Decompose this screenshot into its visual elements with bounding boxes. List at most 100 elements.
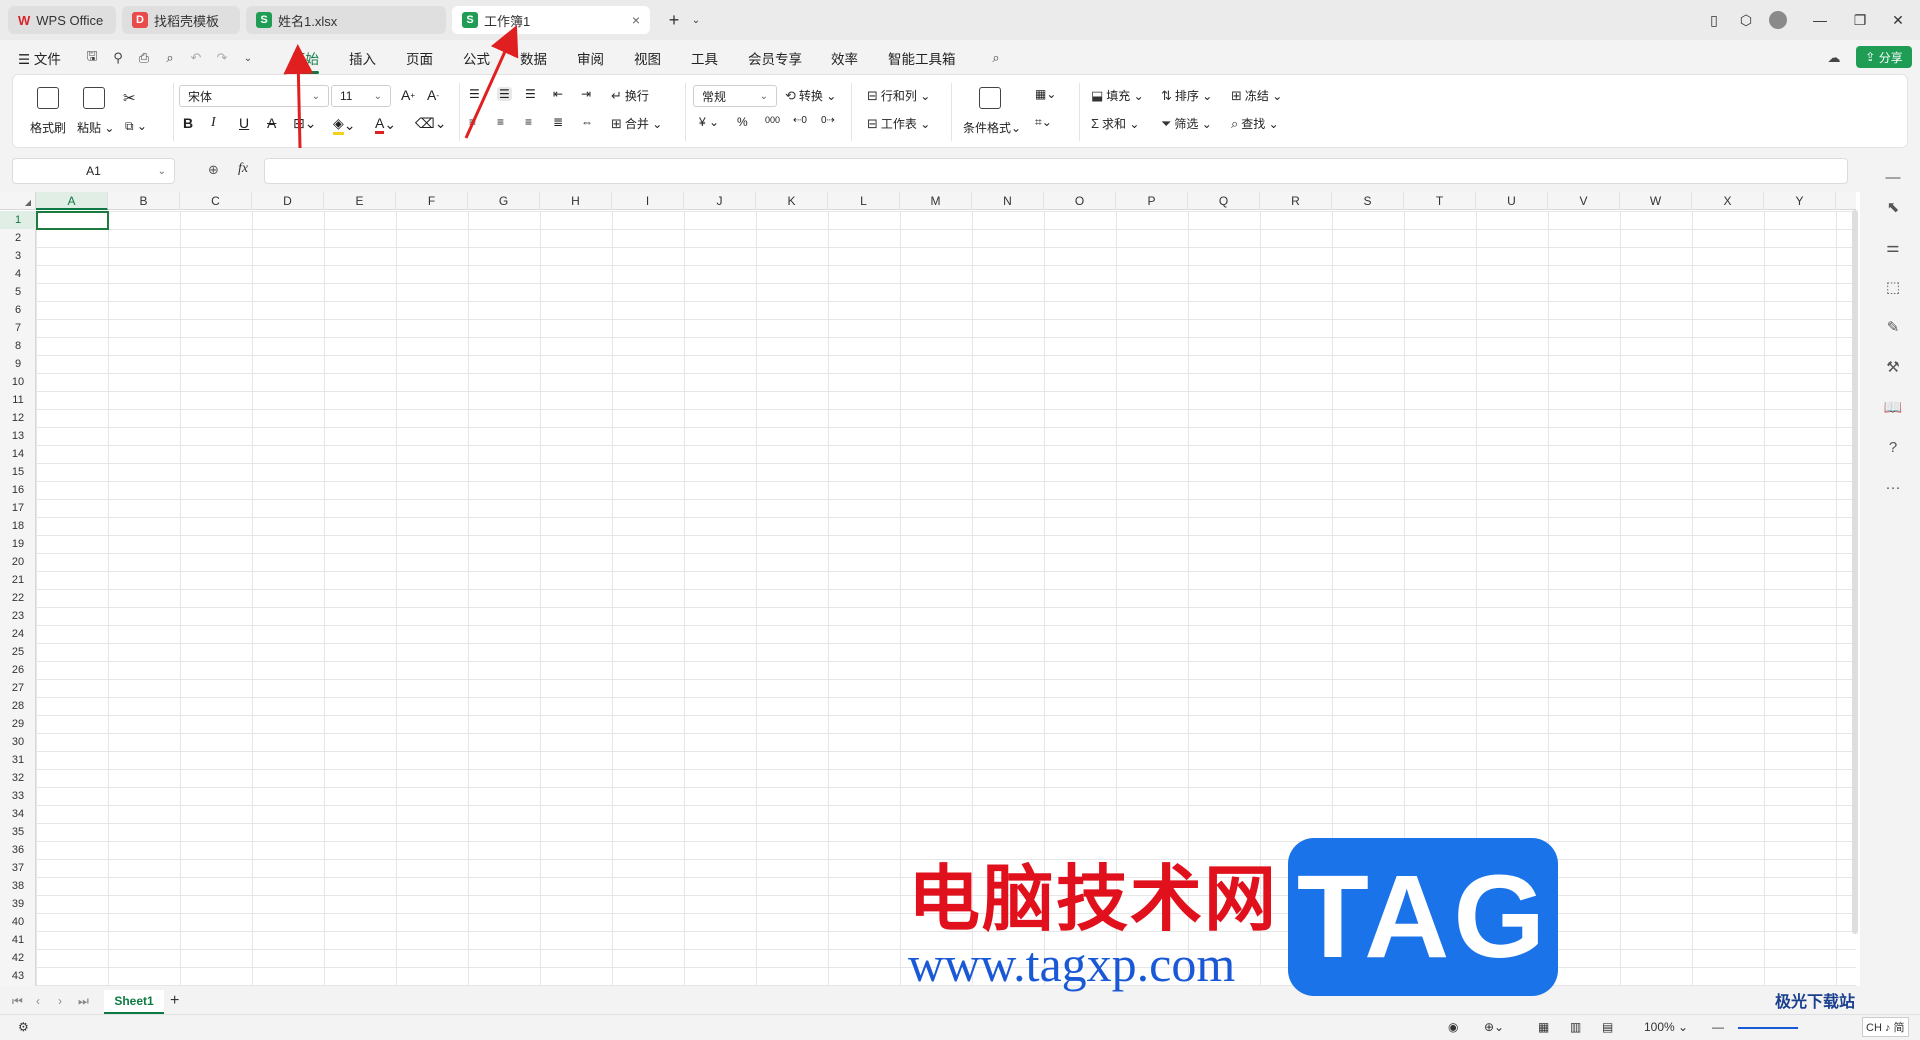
column-header[interactable]: O — [1044, 192, 1116, 210]
chart-edit-icon[interactable]: ✎ — [1882, 316, 1904, 338]
italic-button[interactable]: I — [211, 115, 216, 131]
number-format-select[interactable]: 常规 ⌄ — [693, 85, 777, 107]
row-header[interactable]: 3 — [0, 247, 36, 265]
row-header[interactable]: 18 — [0, 517, 36, 535]
link-icon[interactable]: ⚲ — [110, 50, 126, 66]
column-header[interactable]: A — [36, 192, 108, 210]
eye-icon[interactable]: ◉ — [1448, 1020, 1458, 1034]
row-header[interactable]: 31 — [0, 751, 36, 769]
row-header[interactable]: 15 — [0, 463, 36, 481]
row-header[interactable]: 7 — [0, 319, 36, 337]
share-button[interactable]: ⇪ 分享 — [1856, 46, 1912, 68]
cloud-icon[interactable]: ☁ — [1826, 50, 1842, 66]
book-icon[interactable]: 📖 — [1882, 396, 1904, 418]
row-header[interactable]: 30 — [0, 733, 36, 751]
worksheet-button[interactable]: ⊟ 工作表 ⌄ — [867, 115, 930, 132]
sum-button[interactable]: Σ 求和 ⌄ — [1091, 115, 1139, 132]
paste-button[interactable]: 粘贴 ⌄ — [77, 119, 114, 136]
row-header[interactable]: 13 — [0, 427, 36, 445]
tab-tools[interactable]: 工具 — [691, 48, 718, 68]
column-header[interactable]: N — [972, 192, 1044, 210]
redo-icon[interactable]: ↷ — [214, 50, 230, 66]
undo-icon[interactable]: ↶ — [188, 50, 204, 66]
percent-button[interactable]: % — [737, 115, 748, 129]
zoom-slider[interactable] — [1738, 1027, 1798, 1029]
prev-sheet-icon[interactable]: ‹ — [36, 994, 40, 1008]
search-icon[interactable]: ⌕ — [988, 50, 1004, 66]
fx-icon[interactable]: fx — [238, 161, 248, 177]
align-center-icon[interactable]: ≡ — [497, 115, 504, 129]
tab-formula[interactable]: 公式 — [463, 48, 490, 68]
row-header[interactable]: 25 — [0, 643, 36, 661]
row-header[interactable]: 8 — [0, 337, 36, 355]
row-header[interactable]: 9 — [0, 355, 36, 373]
font-name-select[interactable]: 宋体 ⌄ — [179, 85, 329, 107]
column-header[interactable]: C — [180, 192, 252, 210]
justify-icon[interactable]: ≣ — [553, 115, 563, 129]
add-sheet-button[interactable]: + — [170, 992, 179, 1010]
row-header[interactable]: 41 — [0, 931, 36, 949]
tools-icon[interactable]: ⚒ — [1882, 356, 1904, 378]
sort-button[interactable]: ⇅ 排序 ⌄ — [1161, 87, 1212, 104]
row-header[interactable]: 22 — [0, 589, 36, 607]
currency-button[interactable]: ¥ ⌄ — [699, 115, 719, 129]
row-header[interactable]: 20 — [0, 553, 36, 571]
row-header[interactable]: 6 — [0, 301, 36, 319]
column-header[interactable]: M — [900, 192, 972, 210]
sheet-tab-sheet1[interactable]: Sheet1 — [104, 990, 164, 1014]
column-header[interactable]: Y — [1764, 192, 1836, 210]
tab-docer-templates[interactable]: D 找稻壳模板 — [122, 6, 240, 34]
conditional-format-button[interactable]: 条件格式 ⌄ — [963, 119, 1021, 136]
active-cell[interactable] — [36, 211, 109, 230]
row-header[interactable]: 38 — [0, 877, 36, 895]
row-header[interactable]: 12 — [0, 409, 36, 427]
format-painter-button[interactable]: 格式刷 — [30, 119, 66, 136]
column-header[interactable]: G — [468, 192, 540, 210]
font-size-select[interactable]: 11 ⌄ — [331, 85, 391, 107]
tab-list-chevron-icon[interactable]: ⌄ — [682, 8, 710, 32]
indent-icon[interactable]: ⇥ — [581, 87, 591, 101]
row-header[interactable]: 21 — [0, 571, 36, 589]
row-header[interactable]: 27 — [0, 679, 36, 697]
row-header[interactable]: 1 — [0, 211, 36, 229]
tab-review[interactable]: 审阅 — [577, 48, 604, 68]
normal-view-icon[interactable]: ▦ — [1538, 1020, 1549, 1034]
zoom-formula-icon[interactable]: ⊕ — [208, 162, 219, 178]
save-icon[interactable]: 🖫 — [84, 48, 100, 66]
row-header[interactable]: 39 — [0, 895, 36, 913]
settings-sliders-icon[interactable]: ⚌ — [1882, 236, 1904, 258]
row-header[interactable]: 36 — [0, 841, 36, 859]
tab-xingming-xlsx[interactable]: S 姓名1.xlsx — [246, 6, 446, 34]
outdent-icon[interactable]: ⇤ — [553, 87, 563, 101]
cut-icon[interactable]: ✂ — [123, 89, 136, 107]
more-chevron-icon[interactable]: ⌄ — [240, 50, 256, 66]
close-window-icon[interactable]: ✕ — [1884, 8, 1912, 32]
column-header[interactable]: K — [756, 192, 828, 210]
more-icon[interactable]: ··· — [1882, 476, 1904, 498]
merge-button[interactable]: ⊞ 合并 ⌄ — [611, 115, 662, 132]
column-header[interactable]: R — [1260, 192, 1332, 210]
macro-icon[interactable]: ⚙ — [18, 1020, 29, 1034]
tab-member[interactable]: 会员专享 — [748, 48, 802, 68]
column-header[interactable]: P — [1116, 192, 1188, 210]
column-header[interactable]: Q — [1188, 192, 1260, 210]
column-header[interactable]: B — [108, 192, 180, 210]
decrease-font-icon[interactable]: A- — [427, 87, 439, 103]
help-icon[interactable]: ? — [1882, 436, 1904, 458]
close-tab-icon[interactable]: × — [632, 12, 640, 28]
row-header[interactable]: 43 — [0, 967, 36, 985]
tab-smart-toolbox[interactable]: 智能工具箱 — [888, 48, 956, 68]
row-header[interactable]: 11 — [0, 391, 36, 409]
next-sheet-icon[interactable]: › — [58, 994, 62, 1008]
row-header[interactable]: 32 — [0, 769, 36, 787]
align-right-icon[interactable]: ≡ — [525, 115, 532, 129]
location-icon[interactable]: ⊕⌄ — [1484, 1020, 1504, 1034]
column-header[interactable]: T — [1404, 192, 1476, 210]
layout-frame-icon[interactable]: ⬚ — [1882, 276, 1904, 298]
row-header[interactable]: 4 — [0, 265, 36, 283]
increase-decimal-icon[interactable]: 0⇢ — [821, 115, 835, 126]
column-header[interactable]: J — [684, 192, 756, 210]
tab-home[interactable]: 开始 — [292, 48, 319, 74]
fill-button[interactable]: ⬓ 填充 ⌄ — [1091, 87, 1144, 104]
column-header[interactable]: E — [324, 192, 396, 210]
